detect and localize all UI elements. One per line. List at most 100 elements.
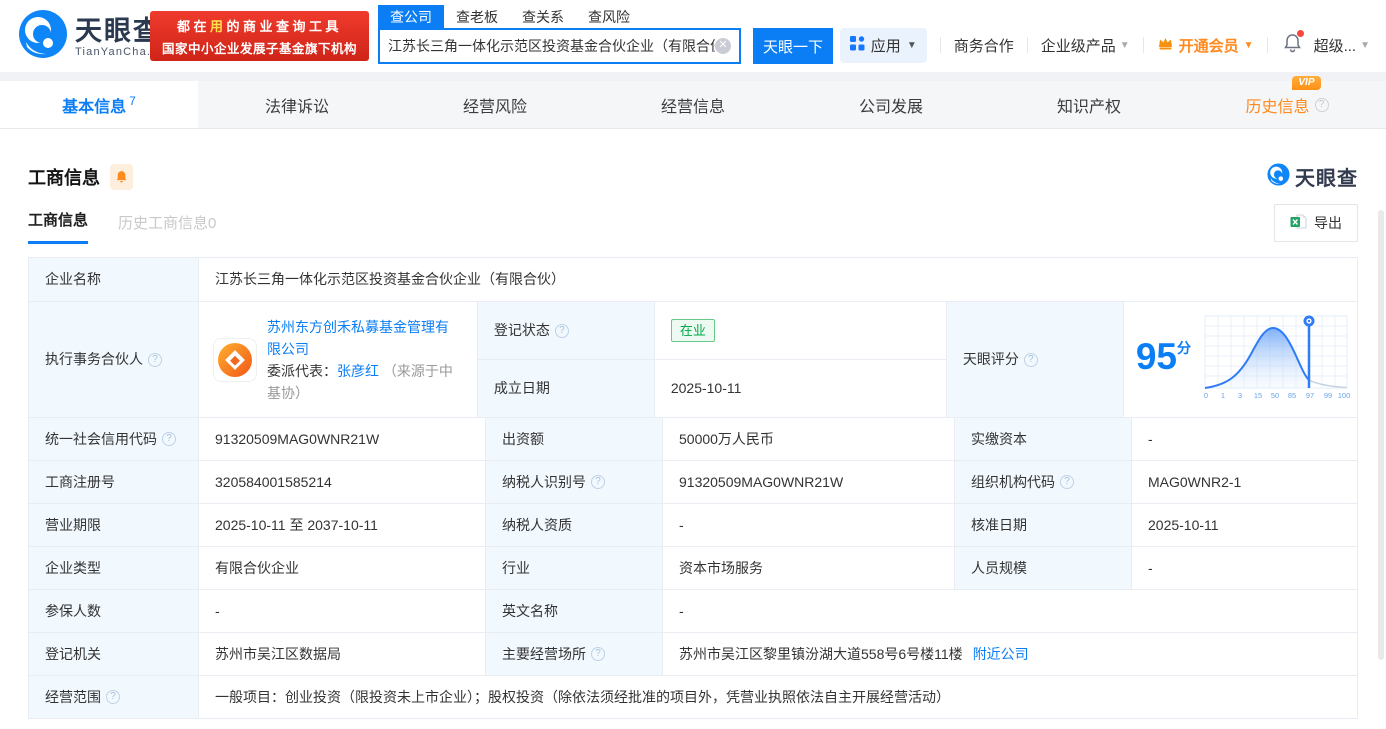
main-content: 工商信息 天眼查 工商信息 历史工商信息0 [0,162,1386,719]
tianyancha-eye-icon [1267,163,1290,191]
chevron-down-icon: ▼ [1120,40,1130,51]
help-icon[interactable] [1315,98,1329,112]
tab-label: 历史信息 [1245,93,1309,117]
table-row: 参保人数 - 英文名称 - [29,590,1357,633]
divider [1267,37,1268,53]
partner-company-link[interactable]: 苏州东方创禾私募基金管理有限公司 [267,319,449,357]
nav-business-cooperation[interactable]: 商务合作 [954,35,1014,56]
nav-enterprise-products[interactable]: 企业级产品 ▼ [1041,35,1130,56]
nav-super-vip[interactable]: 超级... ▼ [1314,35,1370,56]
subtab-history-business-info[interactable]: 历史工商信息0 [118,212,216,244]
notification-bell-icon[interactable] [1283,33,1302,57]
svg-text:100: 100 [1338,391,1351,400]
business-info-table: 企业名称 江苏长三角一体化示范区投资基金合伙企业（有限合伙） 执行事务合伙人 苏… [28,257,1358,719]
field-label-text: 纳税人识别号 [502,472,586,493]
search-tab-relation[interactable]: 查关系 [510,5,576,28]
status-badge: 在业 [671,319,715,342]
help-icon[interactable] [591,647,605,661]
slogan-highlight: 用 [210,19,227,34]
nav-open-vip[interactable]: 开通会员 ▼ [1157,35,1254,56]
scrollbar-thumb[interactable] [1378,210,1384,660]
contribution-value: 50000万人民币 [663,418,955,460]
export-button[interactable]: 导出 [1274,204,1358,242]
field-label: 出资额 [486,418,663,460]
rep-label: 委派代表： [267,363,337,379]
field-label: 主要经营场所 [486,633,663,675]
apps-label: 应用 [871,35,901,56]
score-unit: 分 [1177,338,1191,359]
english-name-value: - [663,590,1357,632]
help-icon[interactable] [555,324,569,338]
field-label: 登记状态 [478,302,655,359]
field-label: 工商注册号 [29,461,199,503]
tab-history-info[interactable]: 历史信息 VIP [1188,81,1386,128]
clear-search-icon[interactable]: ✕ [715,38,731,54]
vip-badge: VIP [1292,76,1320,90]
field-label: 参保人数 [29,590,199,632]
divider [1143,37,1144,53]
score-distribution-chart: 0 1 3 15 50 85 97 99 100 [1201,312,1351,408]
tab-basic-info[interactable]: 基本信息7 [0,81,198,128]
vip-crown-icon [1157,35,1174,55]
field-label: 英文名称 [486,590,663,632]
field-label: 行业 [486,547,663,589]
middle-column: 登记状态 在业 成立日期 2025-10-11 [478,302,947,417]
insured-count-value: - [199,590,486,632]
svg-text:97: 97 [1306,391,1314,400]
enterprise-label: 企业级产品 [1041,35,1116,56]
search-tab-risk[interactable]: 查风险 [576,5,642,28]
watermark-text: 天眼查 [1295,162,1358,191]
tab-label: 经营风险 [463,93,527,117]
score-value: 95 [1136,338,1177,381]
tab-operation-info[interactable]: 经营信息 [594,81,792,128]
apps-menu[interactable]: 应用 ▼ [840,28,927,63]
help-icon[interactable] [162,432,176,446]
field-label-text: 天眼评分 [963,349,1019,370]
rep-name-link[interactable]: 张彦红 [337,363,379,379]
field-label: 企业名称 [29,258,199,301]
paid-capital-value: - [1132,418,1357,460]
chevron-down-icon: ▼ [907,40,917,51]
tab-company-development[interactable]: 公司发展 [792,81,990,128]
search-input[interactable] [388,38,715,54]
search-tab-company[interactable]: 查公司 [378,5,444,28]
field-label: 实缴资本 [955,418,1132,460]
field-label-text: 统一社会信用代码 [45,429,157,450]
help-icon[interactable] [1024,353,1038,367]
registration-number-value: 320584001585214 [199,461,486,503]
company-name-value: 江苏长三角一体化示范区投资基金合伙企业（有限合伙） [199,258,1357,301]
help-icon[interactable] [148,353,162,367]
field-label: 天眼评分 [947,302,1124,417]
svg-text:15: 15 [1254,391,1262,400]
help-icon[interactable] [106,690,120,704]
nearby-companies-link[interactable]: 附近公司 [973,644,1029,665]
established-date-value: 2025-10-11 [655,360,946,417]
help-icon[interactable] [591,475,605,489]
svg-text:85: 85 [1288,391,1296,400]
search-tab-boss[interactable]: 查老板 [444,5,510,28]
tab-intellectual-property[interactable]: 知识产权 [990,81,1188,128]
org-code-value: MAG0WNR2-1 [1132,461,1357,503]
company-type-value: 有限合伙企业 [199,547,486,589]
field-label: 经营范围 [29,676,199,718]
section-title: 工商信息 [28,164,100,190]
divider [1027,37,1028,53]
field-label-text: 经营范围 [45,687,101,708]
registration-status-cell: 在业 [655,302,946,359]
tab-legal-litigation[interactable]: 法律诉讼 [198,81,396,128]
table-row: 执行事务合伙人 苏州东方创禾私募基金管理有限公司 委派代表：张彦红 （来源于中基… [29,302,1357,418]
subtab-business-info[interactable]: 工商信息 [28,209,88,244]
svg-text:3: 3 [1238,391,1242,400]
field-label: 企业类型 [29,547,199,589]
industry-value: 资本市场服务 [663,547,955,589]
super-label: 超级... [1314,35,1357,56]
company-tabbar: 基本信息7 法律诉讼 经营风险 经营信息 公司发展 知识产权 历史信息 VIP [0,81,1386,129]
tianyan-score-cell: 95 分 [1124,302,1357,417]
monitor-bell-icon[interactable] [110,164,133,190]
search-button[interactable]: 天眼一下 [753,28,833,64]
svg-text:0: 0 [1204,391,1208,400]
tab-count-badge: 7 [129,94,136,108]
tab-operation-risk[interactable]: 经营风险 [396,81,594,128]
help-icon[interactable] [1060,475,1074,489]
registration-authority-value: 苏州市吴江区数据局 [199,633,486,675]
